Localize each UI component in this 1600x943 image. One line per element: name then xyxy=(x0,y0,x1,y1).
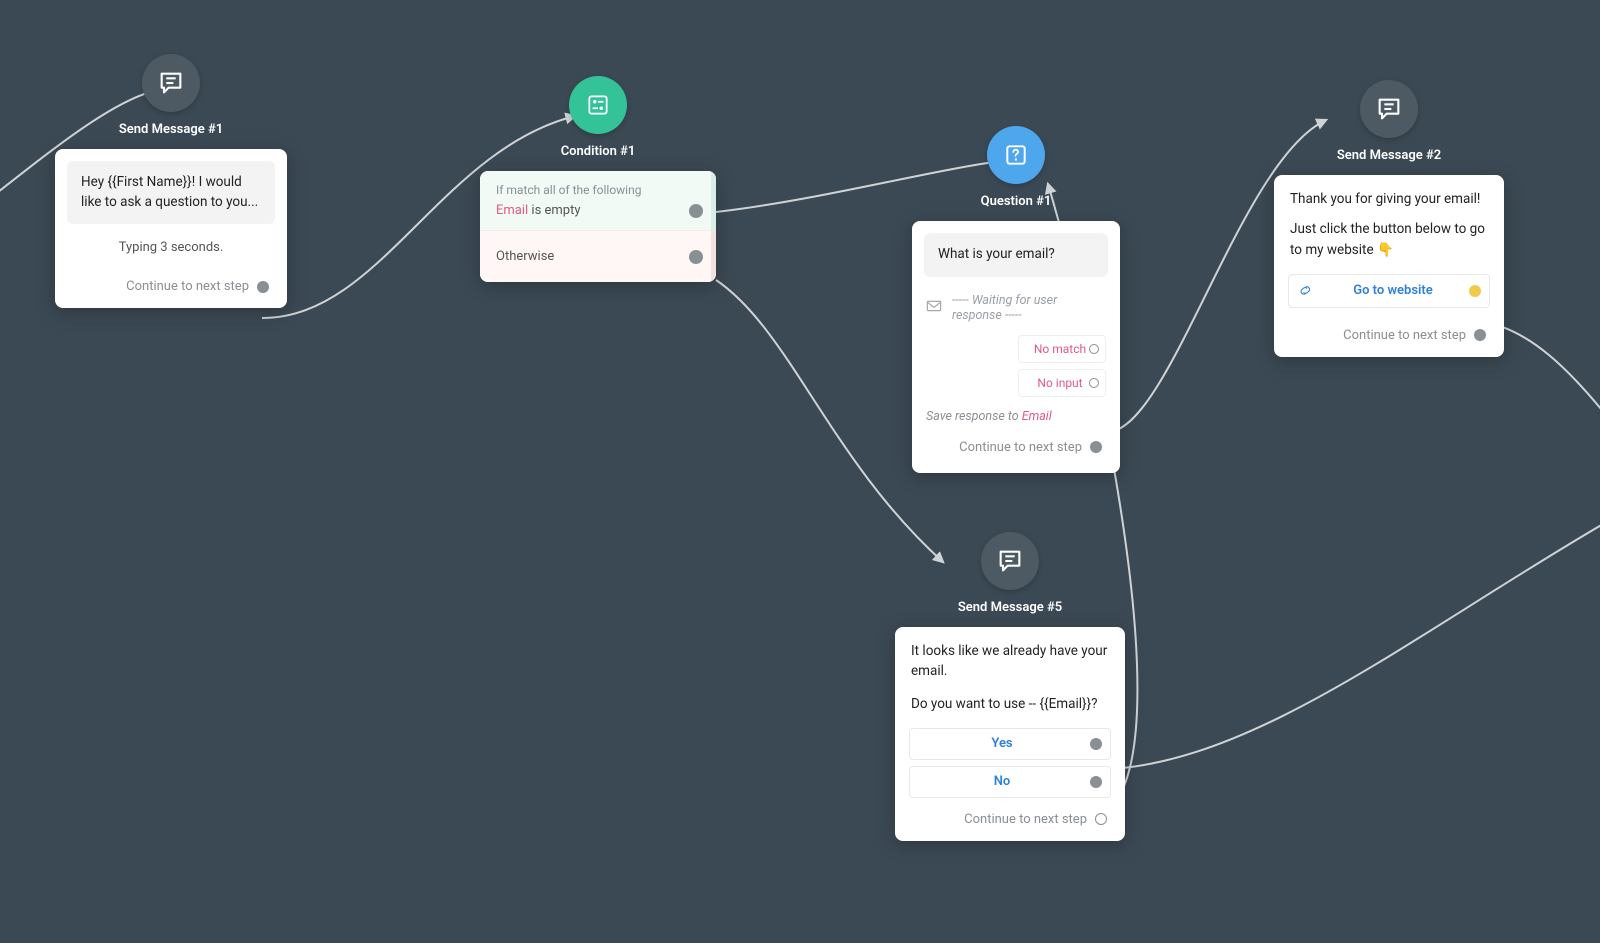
node-title: Send Message #5 xyxy=(895,600,1125,615)
node-card[interactable]: Thank you for giving your email! Just cl… xyxy=(1274,175,1504,357)
node-send-message-5[interactable]: Send Message #5 It looks like we already… xyxy=(895,532,1125,841)
node-title: Send Message #2 xyxy=(1274,148,1504,163)
node-title: Send Message #1 xyxy=(55,122,287,137)
no-input-label: No input xyxy=(1031,376,1089,390)
node-question-1[interactable]: Question #1 What is your email? ----- Wa… xyxy=(912,126,1120,473)
message-line-2: Do you want to use -- {{Email}}? xyxy=(911,694,1109,714)
question-icon xyxy=(987,126,1045,184)
continue-label: Continue to next step xyxy=(964,812,1087,827)
node-card[interactable]: What is your email? ----- Waiting for us… xyxy=(912,221,1120,473)
link-icon xyxy=(1299,284,1317,298)
no-match-pill[interactable]: No match xyxy=(1018,335,1106,363)
continue-step[interactable]: Continue to next step xyxy=(1274,318,1504,357)
else-output-port[interactable] xyxy=(689,250,703,264)
save-response-row: Save response to Email xyxy=(912,397,1120,430)
condition-rule: Email is empty xyxy=(496,203,681,218)
no-output-port[interactable] xyxy=(1090,776,1102,788)
otherwise-label: Otherwise xyxy=(496,249,681,264)
condition-icon xyxy=(569,76,627,134)
option-no-button[interactable]: No xyxy=(909,766,1111,798)
message-bubble: Hey {{First Name}}! I would like to ask … xyxy=(67,161,275,224)
node-send-message-2[interactable]: Send Message #2 Thank you for giving you… xyxy=(1274,80,1504,357)
output-port[interactable] xyxy=(1090,441,1102,453)
save-response-field: Email xyxy=(1022,409,1052,424)
waiting-row: ----- Waiting for user response ----- xyxy=(912,283,1120,329)
no-match-label: No match xyxy=(1031,342,1089,356)
option-yes-button[interactable]: Yes xyxy=(909,728,1111,760)
condition-if-branch[interactable]: If match all of the following Email is e… xyxy=(480,171,716,231)
node-card[interactable]: If match all of the following Email is e… xyxy=(480,171,716,282)
node-title: Question #1 xyxy=(912,194,1120,209)
question-prompt: What is your email? xyxy=(924,233,1108,277)
node-send-message-1[interactable]: Send Message #1 Hey {{First Name}}! I wo… xyxy=(55,54,287,308)
yes-output-port[interactable] xyxy=(1090,738,1102,750)
no-input-port[interactable] xyxy=(1089,378,1099,388)
node-condition-1[interactable]: Condition #1 If match all of the followi… xyxy=(480,76,716,282)
node-title: Condition #1 xyxy=(480,144,716,159)
yes-label: Yes xyxy=(922,736,1082,751)
if-header: If match all of the following xyxy=(496,183,681,197)
message-line-1: It looks like we already have your email… xyxy=(911,641,1109,682)
message-line-1: Thank you for giving your email! xyxy=(1290,189,1488,209)
continue-step[interactable]: Continue to next step xyxy=(895,804,1125,841)
output-port[interactable] xyxy=(1095,813,1107,825)
chat-icon xyxy=(1360,80,1418,138)
save-response-prefix: Save response to xyxy=(926,409,1019,424)
typing-indicator: Typing 3 seconds. xyxy=(55,236,287,269)
node-card[interactable]: It looks like we already have your email… xyxy=(895,627,1125,841)
mail-icon xyxy=(926,299,942,317)
chat-icon xyxy=(981,532,1039,590)
continue-label: Continue to next step xyxy=(959,440,1082,455)
output-port[interactable] xyxy=(1474,329,1486,341)
node-card[interactable]: Hey {{First Name}}! I would like to ask … xyxy=(55,149,287,308)
go-to-website-button[interactable]: Go to website xyxy=(1288,274,1490,308)
condition-else-branch[interactable]: Otherwise xyxy=(480,231,716,282)
continue-step[interactable]: Continue to next step xyxy=(912,430,1120,469)
message-line-2: Just click the button below to go to my … xyxy=(1290,219,1488,260)
no-input-pill[interactable]: No input xyxy=(1018,369,1106,397)
button-label: Go to website xyxy=(1325,283,1461,298)
continue-label: Continue to next step xyxy=(1343,328,1466,343)
condition-field: Email xyxy=(496,203,528,218)
continue-label: Continue to next step xyxy=(126,279,249,294)
waiting-text: ----- Waiting for user response ----- xyxy=(952,293,1106,323)
output-port[interactable] xyxy=(257,281,269,293)
no-label: No xyxy=(922,774,1082,789)
no-match-port[interactable] xyxy=(1089,344,1099,354)
button-output-port[interactable] xyxy=(1469,285,1481,297)
if-output-port[interactable] xyxy=(689,204,703,218)
continue-step[interactable]: Continue to next step xyxy=(55,269,287,308)
chat-icon xyxy=(142,54,200,112)
